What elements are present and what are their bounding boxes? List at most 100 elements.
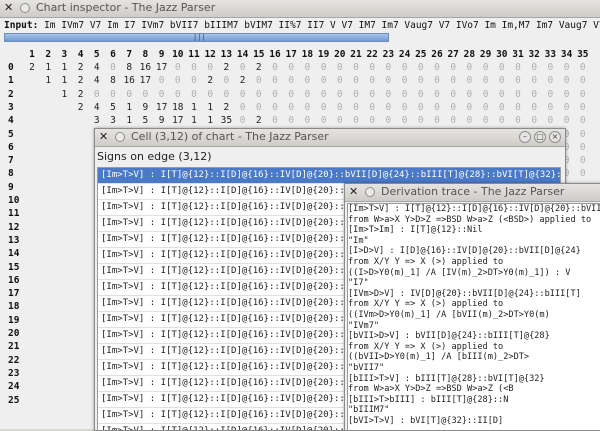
chart-cell[interactable]: 0 [348, 88, 364, 101]
chart-cell[interactable]: 0 [461, 61, 477, 74]
chart-cell[interactable]: 1 [202, 101, 218, 114]
chart-cell[interactable]: 0 [332, 74, 348, 87]
window-menu-icon[interactable] [365, 187, 375, 197]
chart-cell[interactable]: 0 [121, 88, 137, 101]
window-menu-icon[interactable] [115, 132, 125, 142]
chart-cell[interactable]: 5 [105, 101, 121, 114]
chart-cell[interactable]: 0 [429, 101, 445, 114]
chart-cell[interactable]: 0 [445, 74, 461, 87]
chart-cell[interactable]: 0 [429, 88, 445, 101]
chart-cell[interactable]: 0 [316, 101, 332, 114]
chart-cell[interactable]: 0 [397, 101, 413, 114]
chart-cell[interactable]: 2 [73, 74, 89, 87]
chart-cell[interactable]: 35 [218, 114, 234, 127]
chart-cell[interactable]: 0 [235, 101, 251, 114]
window-menu-icon[interactable] [20, 3, 30, 13]
chart-cell[interactable]: 0 [283, 88, 299, 101]
chart-cell[interactable]: 0 [332, 114, 348, 127]
chart-cell[interactable]: 0 [186, 74, 202, 87]
chart-cell[interactable]: 5 [137, 114, 153, 127]
chart-cell[interactable]: 0 [494, 74, 510, 87]
chart-cell[interactable]: 0 [316, 114, 332, 127]
chart-cell[interactable]: 0 [542, 101, 558, 114]
chart-cell[interactable]: 0 [267, 61, 283, 74]
chart-cell[interactable]: 0 [380, 114, 396, 127]
chart-cell[interactable]: 0 [380, 74, 396, 87]
chart-cell[interactable]: 2 [251, 61, 267, 74]
chart-cell[interactable]: 0 [202, 88, 218, 101]
chart-cell[interactable]: 0 [170, 88, 186, 101]
chart-cell[interactable]: 0 [445, 88, 461, 101]
chart-cell[interactable]: 0 [299, 114, 315, 127]
chart-cell[interactable]: 0 [267, 114, 283, 127]
chart-cell[interactable]: 0 [316, 74, 332, 87]
chart-inspector-titlebar[interactable]: ✕ Chart inspector - The Jazz Parser [0, 0, 600, 18]
chart-cell[interactable]: 0 [575, 74, 591, 87]
chart-cell[interactable]: 2 [202, 74, 218, 87]
chart-cell[interactable]: 1 [121, 101, 137, 114]
chart-cell[interactable]: 2 [73, 88, 89, 101]
chart-cell[interactable]: 17 [170, 114, 186, 127]
chart-cell[interactable]: 0 [235, 61, 251, 74]
chart-cell[interactable]: 3 [89, 114, 105, 127]
chart-cell[interactable]: 0 [559, 74, 575, 87]
chart-cell[interactable]: 0 [316, 61, 332, 74]
chart-cell[interactable]: 2 [218, 61, 234, 74]
chart-cell[interactable]: 0 [170, 61, 186, 74]
chart-cell[interactable]: 0 [299, 74, 315, 87]
chart-cell[interactable]: 0 [235, 88, 251, 101]
chart-cell[interactable]: 0 [137, 88, 153, 101]
chart-cell[interactable]: 0 [494, 61, 510, 74]
chart-cell[interactable]: 0 [559, 101, 575, 114]
chart-cell[interactable]: 0 [364, 61, 380, 74]
chart-cell[interactable]: 9 [154, 114, 170, 127]
chart-cell[interactable]: 0 [542, 114, 558, 127]
chart-cell[interactable]: 2 [251, 114, 267, 127]
chart-cell[interactable]: 0 [478, 61, 494, 74]
chart-cell[interactable]: 8 [121, 61, 137, 74]
chart-cell[interactable]: 1 [186, 114, 202, 127]
maximize-icon[interactable]: □ [534, 131, 546, 143]
chart-cell[interactable]: 0 [267, 88, 283, 101]
chart-cell[interactable]: 0 [299, 88, 315, 101]
chart-cell[interactable]: 0 [332, 101, 348, 114]
horizontal-scrollbar[interactable]: ||| [4, 33, 389, 42]
chart-cell[interactable]: 0 [510, 114, 526, 127]
chart-cell[interactable]: 0 [283, 61, 299, 74]
chart-cell[interactable]: 17 [137, 74, 153, 87]
chart-cell[interactable]: 0 [526, 74, 542, 87]
chart-cell[interactable]: 0 [494, 101, 510, 114]
chart-cell[interactable]: 0 [235, 114, 251, 127]
chart-cell[interactable]: 0 [397, 74, 413, 87]
chart-cell[interactable]: 0 [364, 114, 380, 127]
chart-cell[interactable]: 2 [235, 74, 251, 87]
chart-cell[interactable]: 0 [542, 74, 558, 87]
chart-cell[interactable]: 2 [73, 61, 89, 74]
chart-cell[interactable]: 1 [40, 61, 56, 74]
chart-cell[interactable]: 0 [89, 88, 105, 101]
chart-cell[interactable]: 0 [429, 114, 445, 127]
chart-cell[interactable]: 0 [170, 74, 186, 87]
chart-cell[interactable]: 0 [267, 101, 283, 114]
chart-cell[interactable]: 0 [575, 61, 591, 74]
chart-cell[interactable]: 0 [542, 61, 558, 74]
chart-cell[interactable]: 0 [429, 61, 445, 74]
chart-cell[interactable]: 0 [445, 101, 461, 114]
chart-cell[interactable]: 2 [218, 101, 234, 114]
chart-cell[interactable]: 0 [332, 88, 348, 101]
chart-cell[interactable]: 16 [121, 74, 137, 87]
chart-cell[interactable]: 0 [526, 61, 542, 74]
chart-cell[interactable]: 18 [170, 101, 186, 114]
close-icon[interactable]: × [549, 131, 561, 143]
chart-cell[interactable]: 0 [413, 61, 429, 74]
chart-cell[interactable]: 2 [24, 61, 40, 74]
chart-cell[interactable]: 0 [397, 61, 413, 74]
chart-cell[interactable]: 0 [154, 74, 170, 87]
chart-cell[interactable]: 0 [478, 101, 494, 114]
chart-cell[interactable]: 1 [121, 114, 137, 127]
chart-cell[interactable]: 0 [202, 61, 218, 74]
chart-cell[interactable]: 0 [494, 88, 510, 101]
chart-cell[interactable]: 0 [251, 101, 267, 114]
chart-cell[interactable]: 1 [56, 61, 72, 74]
chart-cell[interactable]: 0 [575, 154, 591, 167]
